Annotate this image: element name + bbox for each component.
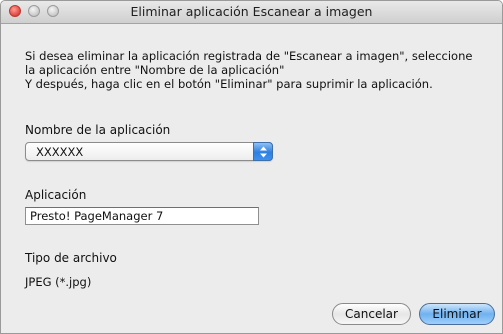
window-title: Eliminar aplicación Escanear a imagen — [130, 4, 373, 19]
cancel-button[interactable]: Cancelar — [332, 303, 411, 325]
updown-arrows-icon[interactable] — [253, 142, 273, 161]
file-type-label: Tipo de archivo — [25, 251, 117, 265]
app-name-selected-value: XXXXXX — [36, 145, 84, 159]
instructions-text: Si desea eliminar la aplicación registra… — [25, 49, 495, 91]
instructions-line-2: la aplicación entre "Nombre de la aplica… — [25, 63, 285, 77]
delete-button[interactable]: Eliminar — [419, 303, 495, 325]
file-type-value: JPEG (*.jpg) — [25, 275, 92, 289]
dialog-window: Eliminar aplicación Escanear a imagen Si… — [0, 0, 503, 334]
application-field[interactable] — [25, 207, 259, 225]
instructions-line-3: Y después, haga clic en el botón "Elimin… — [25, 77, 433, 91]
application-label: Aplicación — [25, 188, 87, 202]
app-name-label: Nombre de la aplicación — [25, 123, 171, 137]
title-bar[interactable]: Eliminar aplicación Escanear a imagen — [1, 1, 502, 24]
app-name-select[interactable]: XXXXXX — [25, 142, 273, 161]
instructions-line-1: Si desea eliminar la aplicación registra… — [25, 49, 473, 63]
